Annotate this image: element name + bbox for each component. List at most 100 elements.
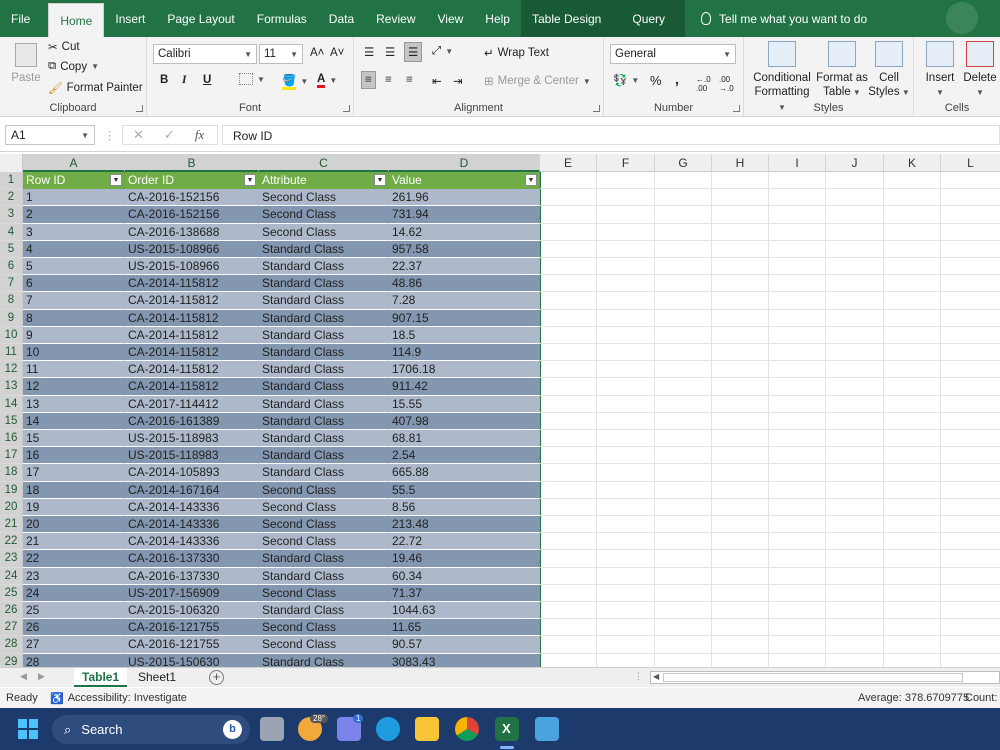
empty-cell[interactable]: [941, 396, 1000, 413]
table-cell[interactable]: CA-2014-143336: [125, 516, 259, 534]
table-cell[interactable]: 19.46: [389, 550, 540, 568]
empty-cell[interactable]: [597, 309, 655, 327]
row-header[interactable]: 28: [0, 636, 23, 654]
worksheet-grid[interactable]: ABCDEFGHIJKL 1 Row ID ▼ Order ID ▼ Attribute ▼…: [0, 154, 1000, 667]
empty-cell[interactable]: [540, 481, 597, 499]
empty-cell[interactable]: [884, 206, 941, 224]
table-cell[interactable]: 957.58: [389, 240, 540, 258]
table-cell[interactable]: Standard Class: [259, 464, 389, 482]
align-left-button[interactable]: ≡: [361, 71, 376, 89]
table-cell[interactable]: 25: [23, 602, 125, 620]
row-header[interactable]: 20: [0, 498, 23, 516]
empty-cell[interactable]: [712, 223, 769, 241]
column-header-b[interactable]: B: [125, 154, 259, 172]
copy-button[interactable]: ⧉ Copy ▼: [48, 60, 99, 73]
empty-cell[interactable]: [884, 223, 941, 241]
column-header-k[interactable]: K: [884, 154, 941, 172]
align-right-button[interactable]: ≡: [406, 74, 413, 86]
empty-cell[interactable]: [769, 378, 826, 396]
empty-cell[interactable]: [941, 602, 1000, 620]
empty-cell[interactable]: [769, 430, 826, 448]
table-cell[interactable]: 15: [23, 430, 125, 448]
table-cell[interactable]: 3: [23, 223, 125, 241]
table-cell[interactable]: 10: [23, 344, 125, 362]
table-cell[interactable]: 12: [23, 378, 125, 396]
empty-cell[interactable]: [597, 361, 655, 379]
table-cell[interactable]: Second Class: [259, 223, 389, 241]
table-cell[interactable]: Standard Class: [259, 292, 389, 310]
table-cell[interactable]: Standard Class: [259, 653, 389, 667]
row-header[interactable]: 19: [0, 481, 23, 499]
table-cell[interactable]: CA-2014-115812: [125, 378, 259, 396]
empty-cell[interactable]: [655, 292, 712, 310]
table-cell[interactable]: 8.56: [389, 498, 540, 516]
table-cell[interactable]: 1706.18: [389, 361, 540, 379]
empty-cell[interactable]: [655, 309, 712, 327]
row-header[interactable]: 6: [0, 258, 23, 276]
empty-cell[interactable]: [712, 412, 769, 430]
table-cell[interactable]: 5: [23, 258, 125, 276]
empty-cell[interactable]: [712, 498, 769, 516]
tab-review[interactable]: Review: [365, 0, 426, 37]
column-header-j[interactable]: J: [826, 154, 884, 172]
empty-cell[interactable]: [941, 499, 1000, 516]
empty-cell[interactable]: [769, 361, 826, 379]
empty-cell[interactable]: [826, 464, 884, 482]
empty-cell[interactable]: [884, 636, 941, 654]
table-cell[interactable]: 16: [23, 447, 125, 465]
empty-cell[interactable]: [769, 498, 826, 516]
empty-cell[interactable]: [884, 292, 941, 310]
top-align-button[interactable]: ☰: [364, 45, 374, 59]
empty-cell[interactable]: [540, 361, 597, 379]
empty-cell[interactable]: [884, 516, 941, 534]
accounting-format-button[interactable]: 💱 ▼: [613, 73, 639, 87]
row-header[interactable]: 21: [0, 516, 23, 534]
table-header-cell[interactable]: Row ID ▼: [23, 172, 125, 190]
column-header-l[interactable]: L: [941, 154, 1000, 172]
empty-cell[interactable]: [941, 224, 1000, 241]
table-cell[interactable]: CA-2016-137330: [125, 567, 259, 585]
insert-cells-button[interactable]: Insert ▼: [922, 41, 958, 100]
empty-cell[interactable]: [941, 430, 1000, 448]
table-cell[interactable]: 213.48: [389, 516, 540, 534]
table-cell[interactable]: Second Class: [259, 584, 389, 602]
empty-cell[interactable]: [655, 240, 712, 258]
table-cell[interactable]: 907.15: [389, 309, 540, 327]
empty-cell[interactable]: [769, 481, 826, 499]
grow-font-button[interactable]: A˄: [310, 47, 324, 59]
table-cell[interactable]: 24: [23, 584, 125, 602]
empty-cell[interactable]: [597, 172, 655, 190]
row-header[interactable]: 16: [0, 430, 23, 448]
empty-cell[interactable]: [712, 172, 769, 190]
column-header-g[interactable]: G: [655, 154, 712, 172]
table-cell[interactable]: 60.34: [389, 567, 540, 585]
empty-cell[interactable]: [941, 172, 1000, 190]
decrease-decimal-button[interactable]: .00 →.0: [719, 75, 734, 93]
empty-cell[interactable]: [826, 498, 884, 516]
row-header[interactable]: 25: [0, 584, 23, 602]
empty-cell[interactable]: [655, 361, 712, 379]
empty-cell[interactable]: [597, 550, 655, 568]
bold-button[interactable]: B: [160, 74, 168, 86]
empty-cell[interactable]: [597, 395, 655, 413]
empty-cell[interactable]: [884, 447, 941, 465]
empty-cell[interactable]: [540, 464, 597, 482]
table-cell[interactable]: Standard Class: [259, 378, 389, 396]
table-cell[interactable]: US-2015-118983: [125, 447, 259, 465]
table-cell[interactable]: Standard Class: [259, 361, 389, 379]
sheet-splitter-icon[interactable]: ⋮: [634, 671, 643, 682]
empty-cell[interactable]: [826, 395, 884, 413]
table-cell[interactable]: 911.42: [389, 378, 540, 396]
empty-cell[interactable]: [826, 533, 884, 551]
table-cell[interactable]: Standard Class: [259, 412, 389, 430]
merge-center-button[interactable]: ⊞ Merge & Center ▼: [484, 74, 591, 88]
table-cell[interactable]: 11.65: [389, 619, 540, 637]
empty-cell[interactable]: [540, 395, 597, 413]
increase-decimal-button[interactable]: ←.0.00: [696, 75, 711, 93]
empty-cell[interactable]: [597, 636, 655, 654]
table-cell[interactable]: 26: [23, 619, 125, 637]
empty-cell[interactable]: [884, 240, 941, 258]
horizontal-scrollbar[interactable]: ◀: [650, 671, 1000, 684]
empty-cell[interactable]: [941, 413, 1000, 430]
row-header[interactable]: 22: [0, 533, 23, 551]
